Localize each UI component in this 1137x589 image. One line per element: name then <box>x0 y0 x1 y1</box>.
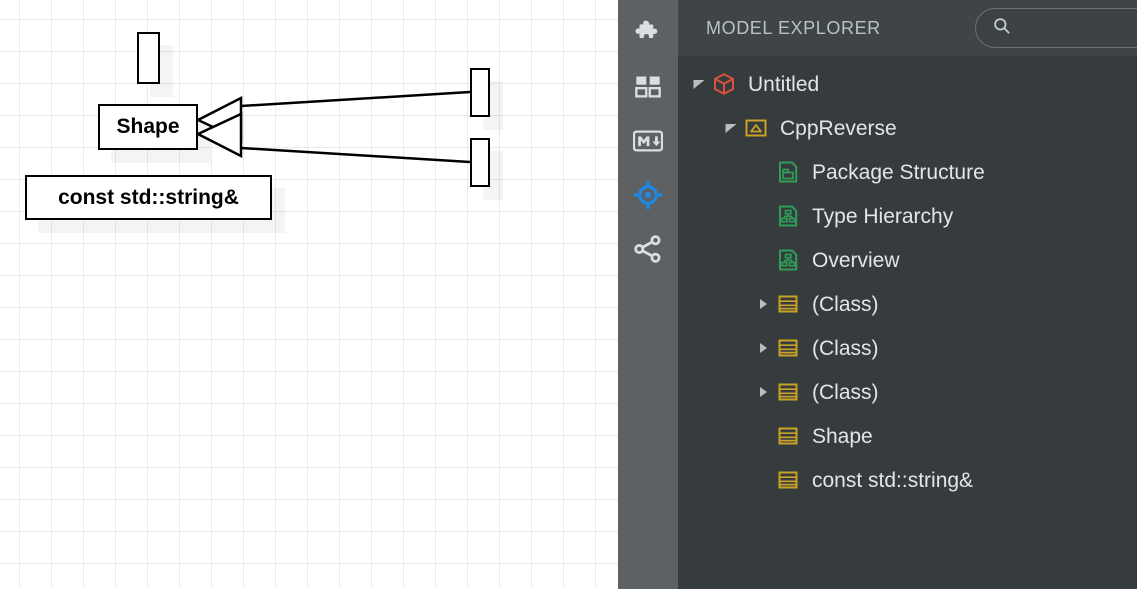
search-input[interactable] <box>1022 19 1137 37</box>
class-icon <box>774 326 802 370</box>
tree-item[interactable]: Overview <box>678 238 1137 282</box>
target-icon[interactable] <box>618 168 678 222</box>
hierarchy-diagram-icon <box>774 194 802 238</box>
package-icon <box>742 106 770 150</box>
hierarchy-diagram-icon <box>779 249 798 271</box>
chevron-down-icon[interactable] <box>720 106 742 150</box>
hierarchy-diagram-icon <box>774 238 802 282</box>
activity-icon-bar <box>618 0 678 589</box>
class-icon <box>774 458 802 502</box>
page-title: MODEL EXPLORER <box>706 17 881 38</box>
tree-item[interactable]: Untitled <box>678 62 1137 106</box>
chevron-right-icon[interactable] <box>752 370 774 414</box>
share-icon[interactable] <box>618 222 678 276</box>
tree-item-label: Overview <box>812 248 900 272</box>
twisty-placeholder <box>752 150 774 194</box>
model-cube-icon <box>710 62 738 106</box>
app-root: Shape const std::string& MODEL EXPLORER … <box>0 0 1137 589</box>
class-icon <box>778 295 798 313</box>
diagram-node[interactable] <box>137 32 160 84</box>
explorer-body: MODEL EXPLORER Untitled CppReverse Package… <box>678 0 1137 589</box>
diagram-canvas[interactable]: Shape const std::string& <box>0 0 618 589</box>
model-tree: Untitled CppReverse Package Structure Type … <box>678 56 1137 589</box>
markdown-icon[interactable] <box>618 114 678 168</box>
class-icon <box>778 427 798 445</box>
tree-item-label: (Class) <box>812 380 879 404</box>
class-icon <box>778 471 798 489</box>
class-icon <box>778 383 798 401</box>
diagram-node-const-string[interactable]: const std::string& <box>25 175 272 220</box>
tree-item[interactable]: const std::string& <box>678 458 1137 502</box>
grid-icon[interactable] <box>618 60 678 114</box>
twisty-placeholder <box>752 458 774 502</box>
tree-item[interactable]: (Class) <box>678 326 1137 370</box>
twisty-placeholder <box>752 238 774 282</box>
search-box[interactable] <box>975 8 1137 48</box>
model-explorer-panel: MODEL EXPLORER Untitled CppReverse Package… <box>618 0 1137 589</box>
hierarchy-diagram-icon <box>779 205 798 227</box>
tree-item-label: (Class) <box>812 292 879 316</box>
class-icon <box>774 370 802 414</box>
model-cube-icon <box>714 73 734 95</box>
tree-item[interactable]: (Class) <box>678 282 1137 326</box>
tree-item-label: const std::string& <box>812 468 974 492</box>
chevron-down-icon[interactable] <box>688 62 710 106</box>
tree-item-label: Package Structure <box>812 160 985 184</box>
diagram-node[interactable] <box>470 138 490 187</box>
tree-item-label: Shape <box>812 424 873 448</box>
explorer-header: MODEL EXPLORER <box>678 0 1137 56</box>
tree-item-label: CppReverse <box>780 116 897 140</box>
package-diagram-icon <box>779 161 798 183</box>
diagram-node-shape[interactable]: Shape <box>98 104 198 150</box>
chevron-right-icon[interactable] <box>752 326 774 370</box>
twisty-placeholder <box>752 414 774 458</box>
package-diagram-icon <box>774 150 802 194</box>
puzzle-icon[interactable] <box>618 6 678 60</box>
twisty-placeholder <box>752 194 774 238</box>
chevron-right-icon[interactable] <box>752 282 774 326</box>
tree-item[interactable]: Shape <box>678 414 1137 458</box>
search-icon <box>992 16 1012 41</box>
diagram-edges <box>195 90 471 164</box>
tree-item-label: (Class) <box>812 336 879 360</box>
tree-item-label: Untitled <box>748 72 820 96</box>
diagram-node[interactable] <box>470 68 490 117</box>
tree-item[interactable]: Type Hierarchy <box>678 194 1137 238</box>
tree-item[interactable]: Package Structure <box>678 150 1137 194</box>
tree-item[interactable]: (Class) <box>678 370 1137 414</box>
class-icon <box>774 282 802 326</box>
class-icon <box>774 414 802 458</box>
tree-item-label: Type Hierarchy <box>812 204 954 228</box>
package-icon <box>745 119 767 137</box>
tree-item[interactable]: CppReverse <box>678 106 1137 150</box>
class-icon <box>778 339 798 357</box>
